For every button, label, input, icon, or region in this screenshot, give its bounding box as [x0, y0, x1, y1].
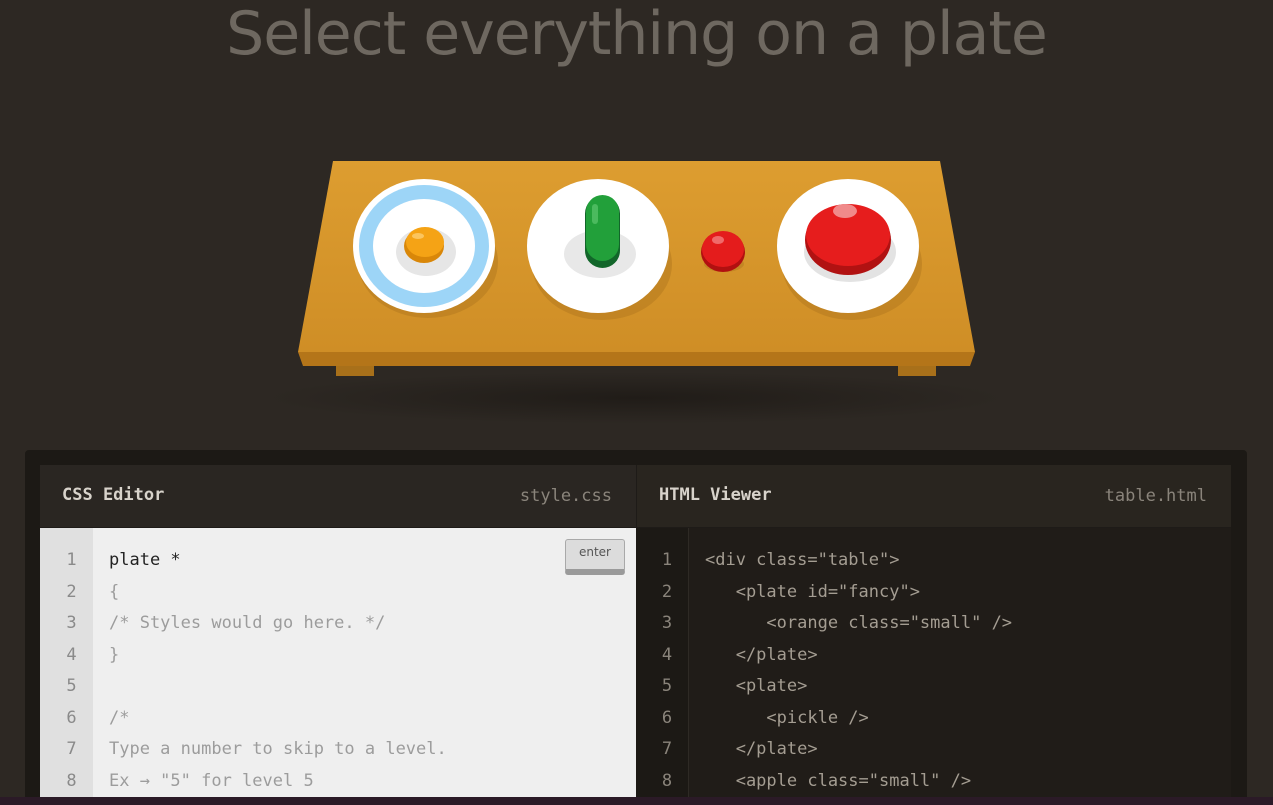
- css-line-numbers: 1 2 3 4 5 6 7 8: [40, 528, 93, 805]
- line-number: 1: [66, 550, 77, 570]
- html-line-numbers: 1 2 3 4 5 6 7 8: [636, 528, 689, 805]
- markup-line[interactable]: </plate>: [705, 734, 1012, 766]
- code-line: }: [109, 644, 120, 665]
- html-code: <div class="table"> <plate id="fancy"> <…: [705, 545, 1012, 797]
- table-front: [298, 352, 975, 366]
- css-editor-title: CSS Editor: [62, 485, 165, 505]
- enter-button[interactable]: enter: [565, 539, 625, 575]
- apple-small[interactable]: [701, 231, 745, 272]
- markup-line[interactable]: <div class="table">: [705, 545, 1012, 577]
- pickle[interactable]: [585, 195, 620, 268]
- apple[interactable]: [805, 204, 891, 275]
- line-number: 4: [661, 644, 673, 665]
- code-line: /*: [109, 707, 130, 728]
- line-number: 3: [661, 613, 673, 633]
- code-line: {: [109, 581, 120, 602]
- markup-line[interactable]: <plate id="fancy">: [705, 577, 1012, 609]
- markup-line[interactable]: <orange class="small" />: [705, 608, 1012, 640]
- css-code: { /* Styles would go here. */ } /* Type …: [109, 545, 509, 797]
- markup-line[interactable]: <plate>: [705, 671, 1012, 703]
- table-scene: [0, 0, 1273, 440]
- code-line: /* Styles would go here. */: [109, 613, 386, 633]
- line-number: 2: [66, 581, 77, 602]
- table-illustration: [266, 161, 1006, 424]
- line-number: 3: [66, 613, 77, 633]
- line-number: 8: [66, 770, 77, 791]
- table-shadow: [266, 372, 1006, 424]
- code-line: Ex → "5" for level 5: [109, 770, 314, 791]
- line-number: 7: [66, 739, 77, 759]
- html-viewer-header: HTML Viewer table.html: [636, 465, 1231, 528]
- code-line: Type a number to skip to a level.: [109, 739, 447, 759]
- line-number: 7: [661, 739, 673, 759]
- css-input-line: [109, 545, 509, 577]
- css-editor-filename: style.css: [519, 486, 612, 506]
- markup-line[interactable]: <apple class="small" />: [705, 766, 1012, 798]
- line-number: 6: [66, 707, 77, 728]
- markup-line[interactable]: </plate>: [705, 640, 1012, 672]
- line-number: 4: [66, 644, 77, 665]
- html-viewer-filename: table.html: [1104, 486, 1207, 506]
- html-viewer-title: HTML Viewer: [659, 485, 772, 505]
- line-number: 2: [661, 581, 673, 602]
- line-number: 1: [661, 550, 673, 570]
- line-number: 5: [66, 676, 77, 696]
- line-number: 6: [661, 707, 673, 728]
- markup-line[interactable]: <pickle />: [705, 703, 1012, 735]
- line-number: 5: [661, 676, 673, 696]
- line-number: 8: [661, 770, 673, 791]
- os-taskbar: [0, 797, 1273, 805]
- css-editor-header: CSS Editor style.css: [40, 465, 636, 528]
- html-viewer: HTML Viewer table.html 1 2 3 4 5 6 7 8 <…: [636, 465, 1231, 805]
- html-viewer-body: 1 2 3 4 5 6 7 8 <div class="table"> <pla…: [636, 528, 1231, 805]
- css-selector-input[interactable]: [109, 545, 509, 576]
- css-editor-body: 1 2 3 4 5 6 7 8 { /* Styles would go her…: [40, 528, 636, 805]
- css-editor: CSS Editor style.css 1 2 3 4 5 6 7 8 { /…: [40, 465, 636, 805]
